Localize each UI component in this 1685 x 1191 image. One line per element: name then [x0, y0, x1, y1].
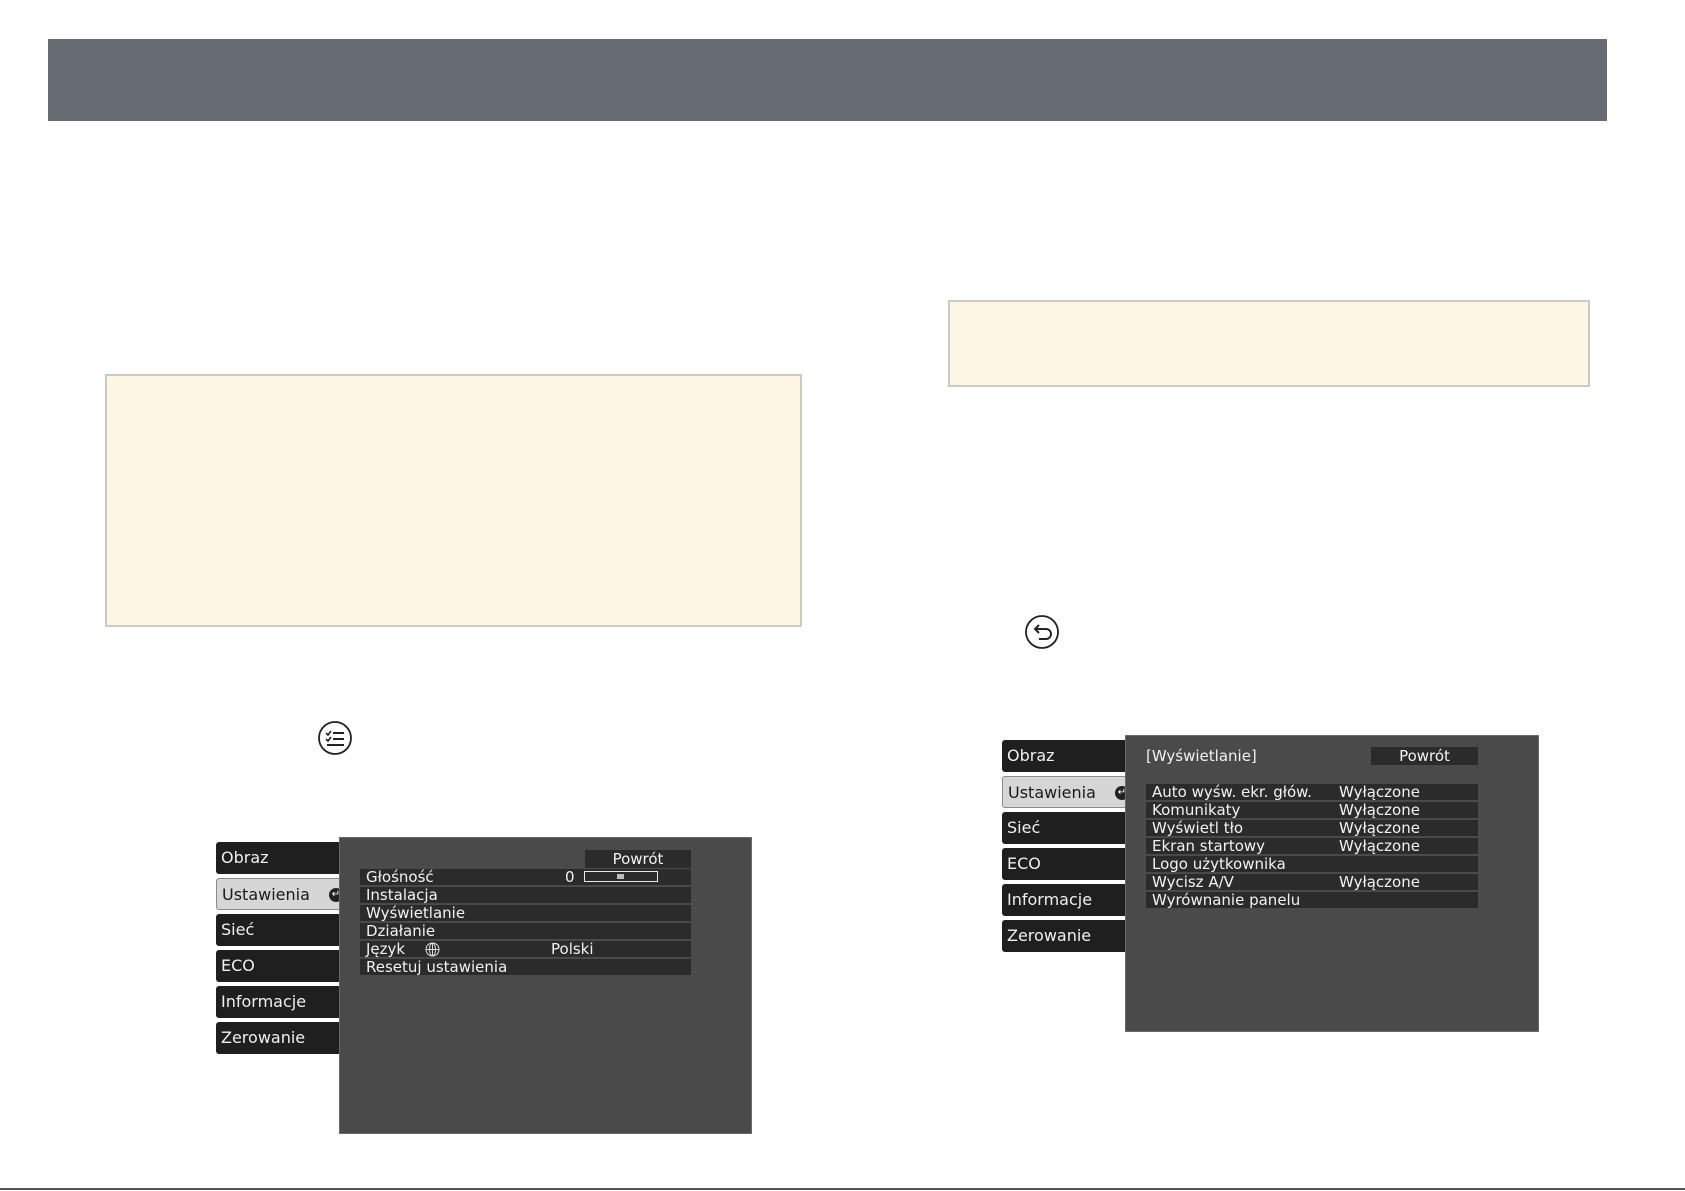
back-button[interactable]: Powrót — [585, 850, 691, 868]
back-button[interactable]: Powrót — [1371, 747, 1478, 765]
display-panel: [Wyświetlanie] Powrót Auto wyśw. ekr. gł… — [1125, 735, 1539, 1032]
menu-screenshot-settings: Obraz Ustawienia ↵ Sieć ECO Informacje Ze… — [216, 837, 752, 1134]
sidebar-item-zerowanie[interactable]: Zerowanie — [216, 1022, 339, 1054]
sidebar-item-informacje[interactable]: Informacje — [1002, 884, 1125, 916]
settings-panel: Powrót Głośność 0 Instalacja Wyświetlani… — [339, 837, 752, 1134]
menu-row-operation[interactable]: Działanie — [360, 923, 691, 940]
menu-row-background[interactable]: Wyświetl tło Wyłączone — [1146, 820, 1478, 837]
volume-slider-knob[interactable] — [617, 874, 624, 879]
menu-row-reset-settings[interactable]: Resetuj ustawienia — [360, 959, 691, 976]
sidebar-item-eco[interactable]: ECO — [1002, 848, 1125, 880]
menu-row-auto-home[interactable]: Auto wyśw. ekr. głów. Wyłączone — [1146, 784, 1478, 801]
menu-row-display[interactable]: Wyświetlanie — [360, 905, 691, 922]
menu-row-av-mute[interactable]: Wycisz A/V Wyłączone — [1146, 874, 1478, 891]
menu-screenshot-display: Obraz Ustawienia ↵ Sieć ECO Informacje Ze… — [1002, 735, 1539, 1032]
sidebar-item-eco[interactable]: ECO — [216, 950, 339, 982]
menu-row-language[interactable]: Język Polski — [360, 941, 691, 958]
menu-row-panel-alignment[interactable]: Wyrównanie panelu — [1146, 892, 1478, 909]
volume-slider[interactable] — [584, 871, 658, 882]
sidebar-item-obraz[interactable]: Obraz — [1002, 740, 1125, 772]
sidebar-item-obraz[interactable]: Obraz — [216, 842, 339, 874]
globe-icon — [425, 942, 440, 957]
sidebar-item-zerowanie[interactable]: Zerowanie — [1002, 920, 1125, 952]
note-box-right — [948, 300, 1590, 387]
menu-row-startup-screen[interactable]: Ekran startowy Wyłączone — [1146, 838, 1478, 855]
page-header-bar — [48, 39, 1607, 121]
sidebar-item-informacje[interactable]: Informacje — [216, 986, 339, 1018]
footer-rule — [0, 1188, 1685, 1190]
note-box-left — [105, 374, 802, 627]
sidebar-item-ustawienia[interactable]: Ustawienia ↵ — [216, 878, 349, 910]
menu-row-installation[interactable]: Instalacja — [360, 887, 691, 904]
menu-row-user-logo[interactable]: Logo użytkownika — [1146, 856, 1478, 873]
sidebar-item-siec[interactable]: Sieć — [1002, 812, 1125, 844]
panel-title: [Wyświetlanie] — [1146, 747, 1257, 765]
menu-list-icon — [318, 721, 352, 755]
sidebar-item-ustawienia[interactable]: Ustawienia ↵ — [1002, 776, 1135, 808]
sidebar-item-siec[interactable]: Sieć — [216, 914, 339, 946]
menu-row-volume[interactable]: Głośność 0 — [360, 869, 691, 886]
return-arrow-icon — [1025, 615, 1059, 649]
menu-row-messages[interactable]: Komunikaty Wyłączone — [1146, 802, 1478, 819]
